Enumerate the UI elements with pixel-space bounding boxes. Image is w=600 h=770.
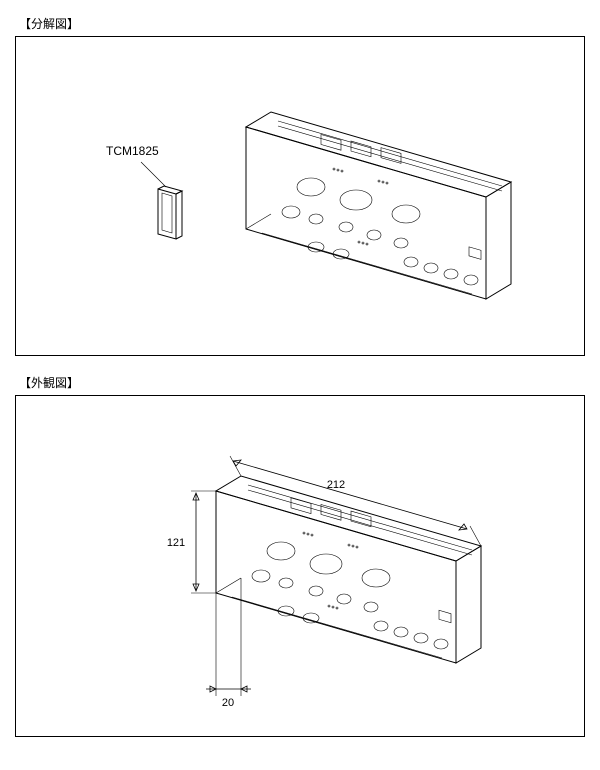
dim-height-value: 121 bbox=[167, 537, 185, 549]
exploded-view-drawing: TCM1825 bbox=[16, 37, 586, 355]
dim-width-value: 212 bbox=[327, 479, 345, 491]
external-view-drawing: 212 121 20 bbox=[16, 396, 586, 736]
dim-depth-value: 20 bbox=[222, 697, 234, 709]
dimension-depth: 20 bbox=[206, 578, 251, 709]
exploded-view-panel: TCM1825 bbox=[15, 36, 585, 356]
dimension-width: 212 bbox=[230, 456, 481, 546]
external-view-title: 【外観図】 bbox=[19, 374, 585, 391]
callout-label: TCM1825 bbox=[106, 144, 159, 158]
exploded-view-title: 【分解図】 bbox=[19, 15, 585, 32]
dimension-height: 121 bbox=[167, 491, 216, 593]
external-view-panel: 212 121 20 bbox=[15, 395, 585, 737]
